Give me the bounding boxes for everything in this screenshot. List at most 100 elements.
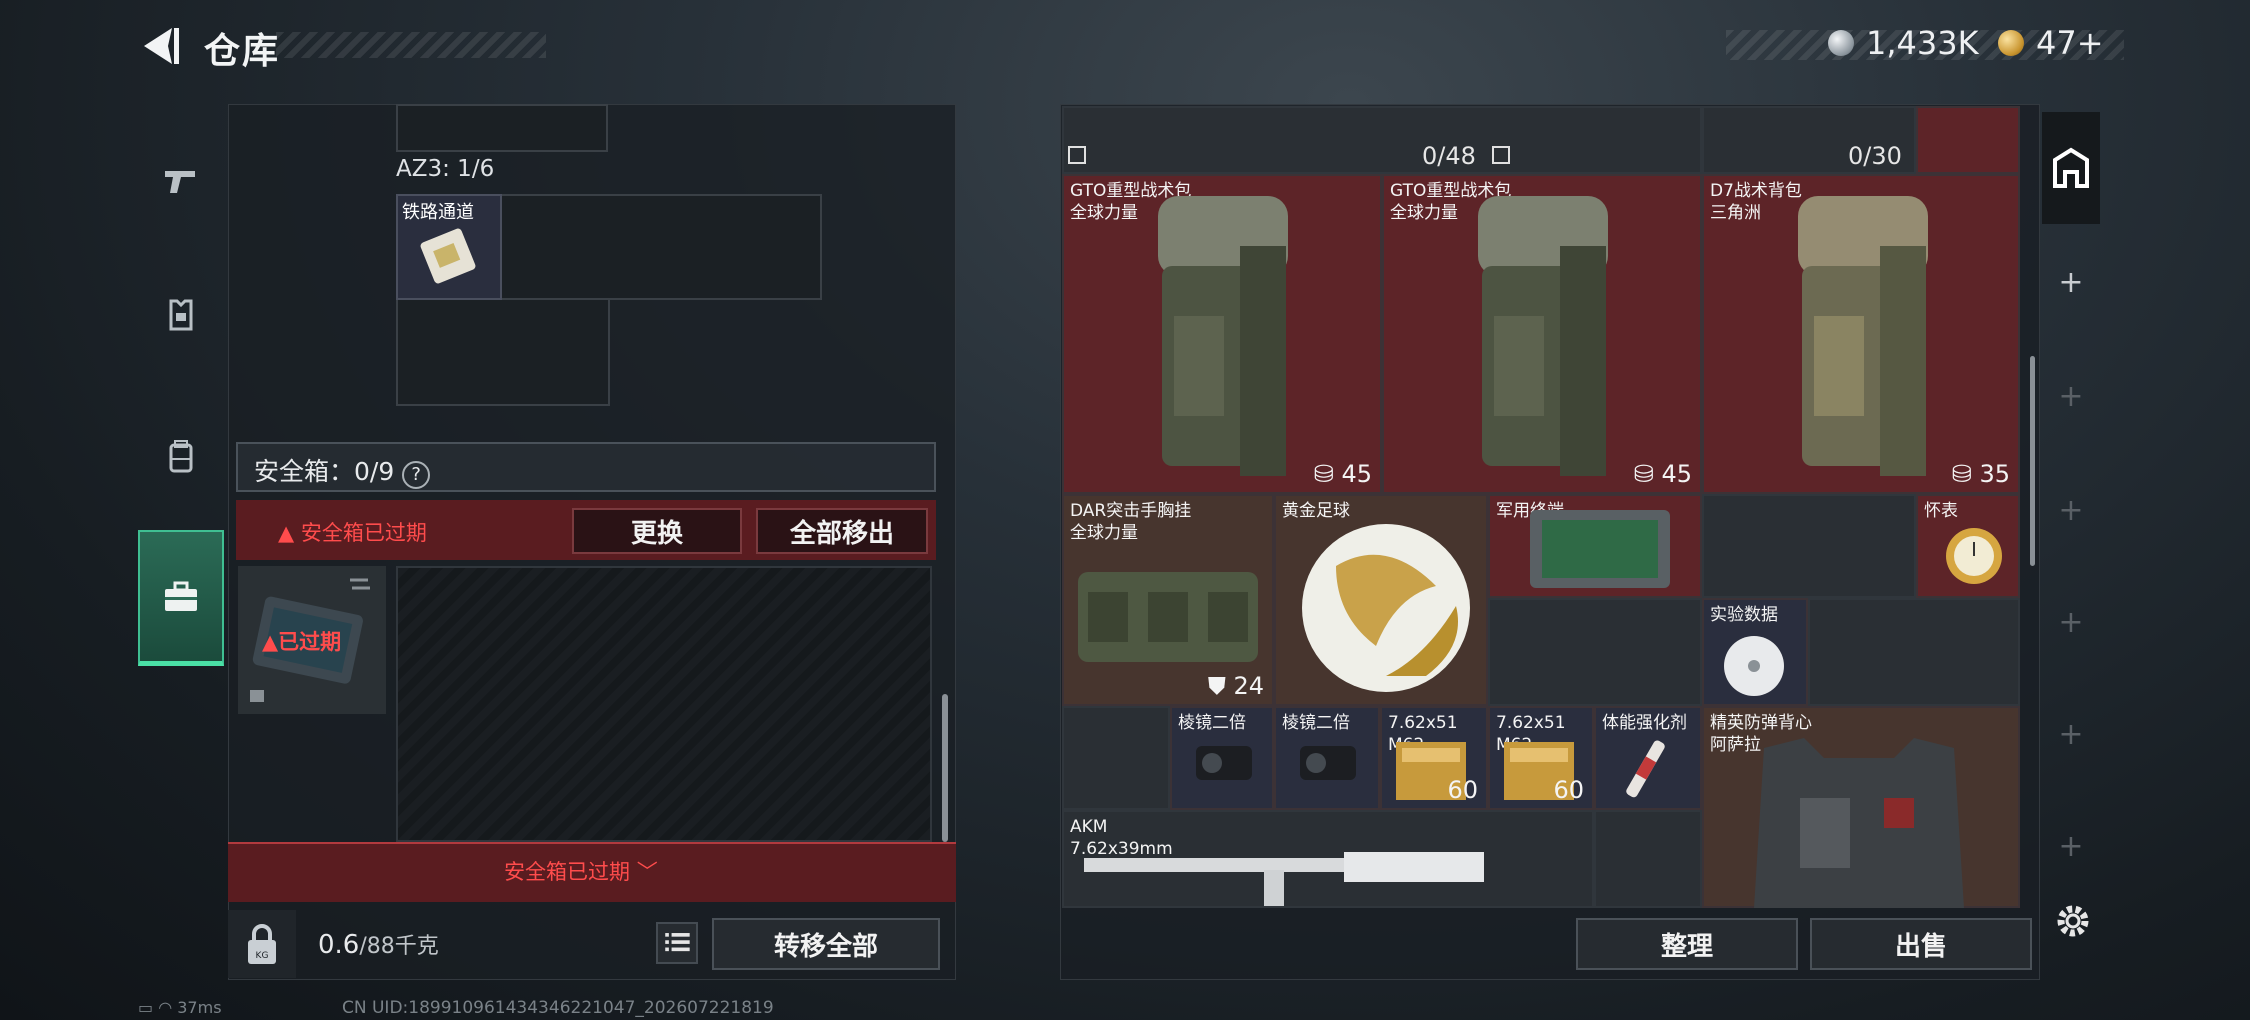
add-tab-button-disabled: + <box>2058 828 2084 864</box>
silver-currency-value: 1,433K <box>1866 24 1979 62</box>
inventory-item[interactable]: GTO重型战术包 全球力量 ⛁ 45 <box>1062 174 1382 494</box>
pocket-watch-image <box>1946 528 2002 584</box>
settings-button[interactable] <box>2050 898 2096 944</box>
item-count: 60 <box>1447 776 1478 804</box>
durability-icon: ⛊ <box>1207 672 1234 700</box>
weight-icon: ⛁ <box>1313 460 1342 488</box>
inventory-item[interactable]: 棱镜二倍 <box>1274 706 1380 810</box>
item-count-value: 45 <box>1341 460 1372 488</box>
transfer-all-button[interactable]: 转移全部 <box>712 918 940 970</box>
weight-icon: ⛁ <box>1951 460 1980 488</box>
sort-button[interactable]: 整理 <box>1576 918 1798 970</box>
item-count-value: 35 <box>1979 460 2010 488</box>
battery-icon: ▭ <box>138 998 159 1017</box>
inventory-item[interactable]: 7.62x51 M62 60 <box>1488 706 1594 810</box>
scope-image <box>1300 746 1356 780</box>
add-tab-button-disabled: + <box>2058 492 2084 528</box>
inventory-item[interactable]: 7.62x51 M62 60 <box>1380 706 1488 810</box>
empty-slot[interactable] <box>1062 706 1170 810</box>
vest-icon <box>169 299 193 331</box>
inventory-item[interactable]: 怀表 <box>1916 494 2020 598</box>
item-count-value: 24 <box>1233 672 1264 700</box>
expired-warning-text: 安全箱已过期 <box>300 521 427 545</box>
inventory-item[interactable]: 实验数据 <box>1702 598 1808 706</box>
list-view-button[interactable] <box>656 922 698 964</box>
weight-max: /88千克 <box>359 934 439 959</box>
grid-row <box>396 298 610 406</box>
tab-stash-main[interactable] <box>2042 112 2100 224</box>
container-row[interactable] <box>1062 106 1702 174</box>
sell-button[interactable]: 出售 <box>1810 918 2032 970</box>
empty-slot[interactable] <box>1488 598 1702 706</box>
weight-lock-icon: KG <box>228 910 296 978</box>
container-capacity-2: 0/30 <box>1848 142 1902 170</box>
item-count: ⛁ 35 <box>1952 460 2010 488</box>
backpack-image <box>1478 196 1608 476</box>
inventory-item[interactable]: 精英防弹背心 阿萨拉 <box>1702 706 2020 908</box>
tab-equipment[interactable] <box>138 252 224 378</box>
item-count: ⛁ 45 <box>1634 460 1692 488</box>
case-expired-text: 已过期 <box>278 630 342 654</box>
page-title: 仓库 <box>204 31 281 72</box>
status-bar: ▭ ◠ 37ms <box>138 998 222 1017</box>
stimulant-image <box>1626 740 1665 798</box>
pistol-icon <box>165 171 195 193</box>
container-slot[interactable] <box>1916 106 2020 174</box>
briefcase-icon <box>165 581 197 611</box>
help-icon[interactable]: ? <box>402 461 431 489</box>
inventory-item[interactable]: 棱镜二倍 <box>1170 706 1274 810</box>
case-expired-label: ▲已过期 <box>262 626 341 656</box>
inventory-item[interactable]: DAR突击手胸挂 全球力量 ⛊ 24 <box>1062 494 1274 706</box>
right-scrollbar[interactable] <box>2030 356 2035 566</box>
item-count: ⛁ 45 <box>1314 460 1372 488</box>
empty-slot[interactable] <box>1702 494 1916 598</box>
back-button[interactable] <box>138 24 182 68</box>
inventory-item[interactable]: GTO重型战术包 全球力量 ⛁ 45 <box>1382 174 1702 494</box>
inventory-item[interactable]: D7战术背包 三角洲 ⛁ 35 <box>1702 174 2020 494</box>
silver-coin-icon <box>1828 30 1854 56</box>
weight-icon: ⛁ <box>1633 460 1662 488</box>
gear-icon <box>2057 905 2089 937</box>
gold-coin-icon[interactable] <box>1998 30 2024 56</box>
data-disc-image <box>1724 636 1784 696</box>
stash-icon <box>2053 147 2089 188</box>
svg-text:KG: KG <box>256 951 269 961</box>
tab-backpack[interactable] <box>138 394 224 520</box>
backpack-image <box>1798 196 1928 476</box>
inventory-item[interactable]: 体能强化剂 <box>1594 706 1702 810</box>
safebox-grid-disabled <box>396 566 932 842</box>
left-scrollbar[interactable] <box>942 694 948 842</box>
inventory-item[interactable]: 军用终端 <box>1488 494 1702 598</box>
item-count: 60 <box>1553 776 1584 804</box>
safebox-label-text: 安全箱：0/9 <box>254 457 395 486</box>
swap-button[interactable]: 更换 <box>572 508 742 554</box>
chevron-down-icon: ﹀ <box>636 860 658 884</box>
container-icon <box>1492 146 1510 164</box>
gold-currency-value[interactable]: 47+ <box>2036 24 2104 62</box>
ping-value: 37ms <box>177 998 222 1017</box>
add-tab-button[interactable]: + <box>2042 226 2100 338</box>
inventory-item[interactable]: 黄金足球 <box>1274 494 1488 706</box>
add-tab-button-disabled: + <box>2058 378 2084 414</box>
list-icon <box>665 933 690 952</box>
empty-slot[interactable] <box>1808 598 2020 706</box>
add-tab-button-disabled: + <box>2058 716 2084 752</box>
grid-cell <box>396 104 608 152</box>
expired-footer-label: 安全箱已过期 <box>504 860 630 884</box>
inventory-item[interactable]: AKM 7.62x39mm <box>1062 810 1594 908</box>
tab-safebox[interactable] <box>138 530 224 666</box>
empty-slot[interactable] <box>1594 810 1702 908</box>
safebox-capacity-label: 安全箱：0/9 ? <box>254 452 431 489</box>
expired-footer-text[interactable]: 安全箱已过期 ﹀ <box>504 856 658 886</box>
add-tab-button-disabled: + <box>2058 604 2084 640</box>
warning-icon: ▲ <box>278 521 301 545</box>
item-count-value: 45 <box>1661 460 1692 488</box>
carry-weight: 0.6/88千克 <box>318 928 439 960</box>
move-all-out-button[interactable]: 全部移出 <box>756 508 928 554</box>
tab-weapons[interactable] <box>138 116 224 242</box>
rifle-image <box>1084 852 1484 906</box>
user-uid: CN UID:18991096143434622​1047_2026072218… <box>342 998 774 1018</box>
container-capacity-1: 0/48 <box>1422 142 1476 170</box>
title-decoration <box>276 32 546 58</box>
az3-label: AZ3: 1/6 <box>396 156 495 182</box>
